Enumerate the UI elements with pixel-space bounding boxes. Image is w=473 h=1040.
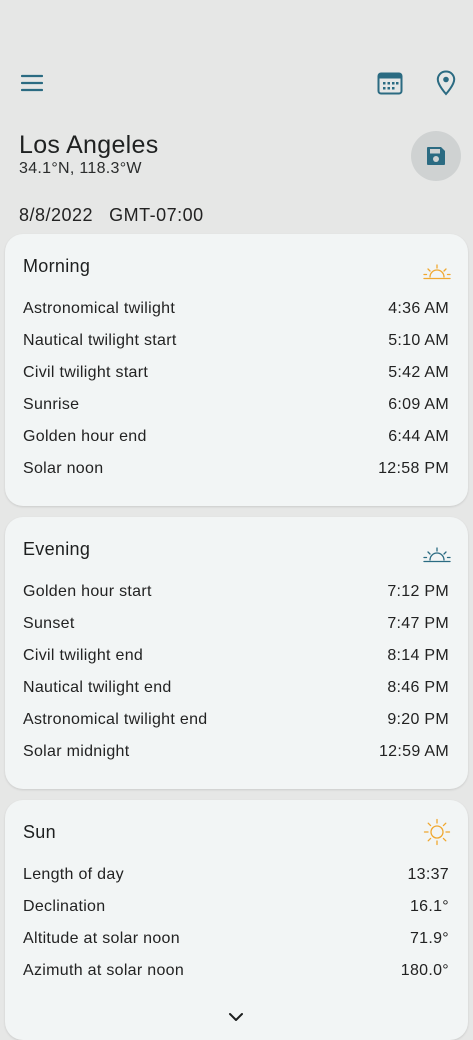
coordinates: 34.1°N, 118.3°W	[19, 160, 142, 177]
row-label: Golden hour end	[23, 428, 147, 445]
row-value: 9:20 PM	[387, 711, 449, 728]
row-value: 13:37	[407, 866, 449, 883]
save-icon	[427, 147, 445, 165]
row-value: 5:42 AM	[388, 364, 449, 381]
list-item: Astronomical twilight end 9:20 PM	[23, 711, 449, 729]
list-item: Civil twilight end 8:14 PM	[23, 647, 449, 665]
list-item: Length of day 13:37	[23, 866, 449, 884]
row-label: Astronomical twilight end	[23, 711, 208, 728]
location-header: Los Angeles 34.1°N, 118.3°W	[19, 130, 159, 178]
evening-title: Evening	[23, 539, 91, 559]
row-label: Astronomical twilight	[23, 300, 176, 317]
location-pin-icon[interactable]	[432, 68, 460, 98]
sunset-icon	[423, 547, 451, 568]
sun-card: Sun Length of day 13:37 Declination 16.1° …	[5, 800, 468, 1040]
morning-card: Morning Astronomical twilight 4:36 AM Nau…	[5, 234, 468, 506]
row-value: 12:58 PM	[378, 460, 449, 477]
row-label: Length of day	[23, 866, 124, 883]
menu-icon[interactable]	[18, 70, 46, 96]
row-value: 16.1°	[409, 898, 449, 915]
sun-title: Sun	[23, 822, 56, 842]
row-label: Solar noon	[23, 460, 104, 477]
row-value: 180.0°	[400, 962, 449, 979]
list-item: Altitude at solar noon 71.9°	[23, 930, 449, 948]
row-label: Nautical twilight start	[23, 332, 177, 349]
row-value: 7:12 PM	[387, 583, 449, 600]
morning-title: Morning	[23, 256, 91, 276]
row-label: Civil twilight start	[23, 364, 149, 381]
list-item: Nautical twilight start 5:10 AM	[23, 332, 449, 350]
evening-card: Evening Golden hour start 7:12 PM Sunset 7…	[5, 517, 468, 789]
list-item: Astronomical twilight 4:36 AM	[23, 300, 449, 318]
row-label: Civil twilight end	[23, 647, 144, 664]
row-value: 7:47 PM	[387, 615, 449, 632]
row-value: 12:59 AM	[378, 743, 449, 760]
row-label: Golden hour start	[23, 583, 152, 600]
list-item: Sunrise 6:09 AM	[23, 396, 449, 414]
date-line: 8/8/2022 GMT-07:00	[19, 205, 204, 226]
row-value: 6:44 AM	[388, 428, 449, 445]
selected-date[interactable]: 8/8/2022	[19, 205, 93, 225]
chevron-down-icon[interactable]	[227, 1010, 245, 1028]
sunrise-icon	[423, 264, 451, 285]
timezone: GMT-07:00	[109, 205, 204, 225]
row-value: 8:46 PM	[387, 679, 449, 696]
row-label: Solar midnight	[23, 743, 130, 760]
row-label: Azimuth at solar noon	[23, 962, 185, 979]
city-name: Los Angeles	[19, 131, 159, 159]
row-label: Nautical twilight end	[23, 679, 172, 696]
list-item: Solar midnight 12:59 AM	[23, 743, 449, 761]
list-item: Sunset 7:47 PM	[23, 615, 449, 633]
sun-icon	[423, 818, 451, 851]
row-label: Declination	[23, 898, 106, 915]
row-value: 4:36 AM	[388, 300, 449, 317]
list-item: Golden hour start 7:12 PM	[23, 583, 449, 601]
row-label: Sunset	[23, 615, 75, 632]
list-item: Solar noon 12:58 PM	[23, 460, 449, 478]
row-label: Sunrise	[23, 396, 80, 413]
save-button[interactable]	[411, 131, 461, 181]
list-item: Nautical twilight end 8:46 PM	[23, 679, 449, 697]
row-label: Altitude at solar noon	[23, 930, 180, 947]
row-value: 5:10 AM	[388, 332, 449, 349]
list-item: Civil twilight start 5:42 AM	[23, 364, 449, 382]
row-value: 6:09 AM	[388, 396, 449, 413]
row-value: 71.9°	[409, 930, 449, 947]
row-value: 8:14 PM	[387, 647, 449, 664]
top-app-bar	[0, 60, 473, 106]
calendar-icon[interactable]	[374, 68, 406, 98]
list-item: Golden hour end 6:44 AM	[23, 428, 449, 446]
list-item: Azimuth at solar noon 180.0°	[23, 962, 449, 980]
list-item: Declination 16.1°	[23, 898, 449, 916]
